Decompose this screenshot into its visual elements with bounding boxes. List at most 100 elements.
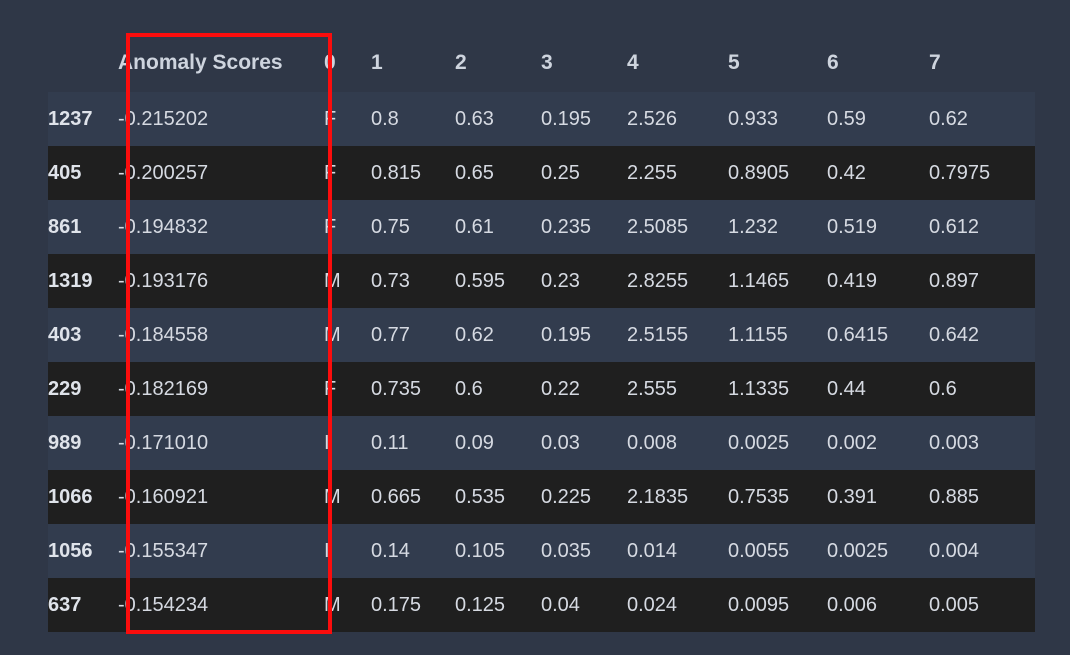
cell-col-7: 0.62 — [929, 92, 1035, 146]
cell-col-2: 0.595 — [455, 254, 541, 308]
cell-col-6: 0.006 — [827, 578, 929, 632]
table-row: 989-0.171010I0.110.090.030.0080.0025 0.00… — [48, 416, 1035, 470]
cell-col-5: 0.0025 — [728, 416, 827, 470]
table-row: 1319-0.193176M0.730.5950.232.82551.14650… — [48, 254, 1035, 308]
cell-col-0: F — [324, 362, 371, 416]
cell-col-7: 0.7975 — [929, 146, 1035, 200]
cell-col-0: F — [324, 92, 371, 146]
cell-col-6: 0.391 — [827, 470, 929, 524]
table-header: Anomaly Scores 0 1 2 3 4 5 6 7 — [48, 33, 1035, 92]
cell-col-7: 0.642 — [929, 308, 1035, 362]
cell-col-3: 0.04 — [541, 578, 627, 632]
cell-col-4: 2.255 — [627, 146, 728, 200]
cell-col-5: 0.7535 — [728, 470, 827, 524]
cell-col-3: 0.225 — [541, 470, 627, 524]
cell-col-3: 0.03 — [541, 416, 627, 470]
cell-col-5: 0.933 — [728, 92, 827, 146]
cell-anomaly-score: -0.184558 — [118, 308, 324, 362]
anomaly-scores-table: Anomaly Scores 0 1 2 3 4 5 6 7 1237-0.21… — [48, 33, 1035, 632]
row-index: 403 — [48, 308, 118, 362]
cell-col-5: 1.1335 — [728, 362, 827, 416]
row-index: 989 — [48, 416, 118, 470]
cell-col-2: 0.125 — [455, 578, 541, 632]
cell-col-7: 0.003 — [929, 416, 1035, 470]
table-body: 1237-0.215202F0.80.630.1952.5260.9330.59… — [48, 92, 1035, 632]
row-index: 1237 — [48, 92, 118, 146]
cell-col-0: F — [324, 146, 371, 200]
cell-col-4: 0.008 — [627, 416, 728, 470]
cell-col-6: 0.6415 — [827, 308, 929, 362]
cell-col-3: 0.235 — [541, 200, 627, 254]
cell-anomaly-score: -0.215202 — [118, 92, 324, 146]
table-row: 405-0.200257F0.8150.650.252.2550.89050.4… — [48, 146, 1035, 200]
dataframe-view: Anomaly Scores 0 1 2 3 4 5 6 7 1237-0.21… — [0, 0, 1070, 655]
cell-anomaly-score: -0.160921 — [118, 470, 324, 524]
cell-col-3: 0.22 — [541, 362, 627, 416]
cell-anomaly-score: -0.155347 — [118, 524, 324, 578]
table-row: 403-0.184558M0.770.620.1952.51551.11550.… — [48, 308, 1035, 362]
cell-col-1: 0.14 — [371, 524, 455, 578]
column-header-0: 0 — [324, 33, 371, 92]
cell-col-5: 0.0055 — [728, 524, 827, 578]
cell-col-6: 0.59 — [827, 92, 929, 146]
cell-col-7: 0.6 — [929, 362, 1035, 416]
cell-col-1: 0.665 — [371, 470, 455, 524]
cell-col-1: 0.735 — [371, 362, 455, 416]
cell-col-0: M — [324, 308, 371, 362]
cell-anomaly-score: -0.193176 — [118, 254, 324, 308]
column-header-5: 5 — [728, 33, 827, 92]
cell-col-6: 0.44 — [827, 362, 929, 416]
cell-col-4: 2.555 — [627, 362, 728, 416]
cell-col-2: 0.62 — [455, 308, 541, 362]
cell-col-0: I — [324, 524, 371, 578]
cell-col-2: 0.535 — [455, 470, 541, 524]
cell-col-7: 0.897 — [929, 254, 1035, 308]
row-index: 1056 — [48, 524, 118, 578]
cell-col-2: 0.09 — [455, 416, 541, 470]
cell-col-0: F — [324, 200, 371, 254]
cell-col-5: 1.1465 — [728, 254, 827, 308]
cell-col-0: M — [324, 470, 371, 524]
column-header-2: 2 — [455, 33, 541, 92]
cell-anomaly-score: -0.182169 — [118, 362, 324, 416]
cell-col-0: I — [324, 416, 371, 470]
cell-col-2: 0.105 — [455, 524, 541, 578]
cell-col-3: 0.23 — [541, 254, 627, 308]
cell-col-1: 0.815 — [371, 146, 455, 200]
column-header-1: 1 — [371, 33, 455, 92]
cell-col-4: 0.014 — [627, 524, 728, 578]
cell-col-4: 2.5155 — [627, 308, 728, 362]
cell-col-3: 0.25 — [541, 146, 627, 200]
cell-anomaly-score: -0.171010 — [118, 416, 324, 470]
table-row: 229-0.182169F0.7350.60.222.5551.13350.44… — [48, 362, 1035, 416]
cell-anomaly-score: -0.200257 — [118, 146, 324, 200]
cell-col-6: 0.0025 — [827, 524, 929, 578]
cell-col-1: 0.75 — [371, 200, 455, 254]
cell-col-1: 0.73 — [371, 254, 455, 308]
table-row: 1066-0.160921M0.6650.5350.2252.18350.753… — [48, 470, 1035, 524]
cell-col-7: 0.005 — [929, 578, 1035, 632]
cell-col-1: 0.77 — [371, 308, 455, 362]
column-header-7: 7 — [929, 33, 1035, 92]
cell-col-2: 0.61 — [455, 200, 541, 254]
row-index: 1066 — [48, 470, 118, 524]
column-header-4: 4 — [627, 33, 728, 92]
cell-col-5: 1.232 — [728, 200, 827, 254]
cell-col-5: 0.8905 — [728, 146, 827, 200]
cell-col-3: 0.195 — [541, 92, 627, 146]
cell-col-2: 0.6 — [455, 362, 541, 416]
cell-col-3: 0.195 — [541, 308, 627, 362]
cell-col-6: 0.42 — [827, 146, 929, 200]
cell-col-6: 0.519 — [827, 200, 929, 254]
cell-col-7: 0.885 — [929, 470, 1035, 524]
cell-col-6: 0.419 — [827, 254, 929, 308]
cell-col-4: 0.024 — [627, 578, 728, 632]
cell-col-4: 2.5085 — [627, 200, 728, 254]
cell-col-7: 0.612 — [929, 200, 1035, 254]
table-row: 1237-0.215202F0.80.630.1952.5260.9330.59… — [48, 92, 1035, 146]
cell-col-1: 0.11 — [371, 416, 455, 470]
row-index: 1319 — [48, 254, 118, 308]
cell-col-0: M — [324, 578, 371, 632]
table-row: 1056-0.155347I0.140.1050.0350.0140.00550… — [48, 524, 1035, 578]
cell-col-4: 2.1835 — [627, 470, 728, 524]
